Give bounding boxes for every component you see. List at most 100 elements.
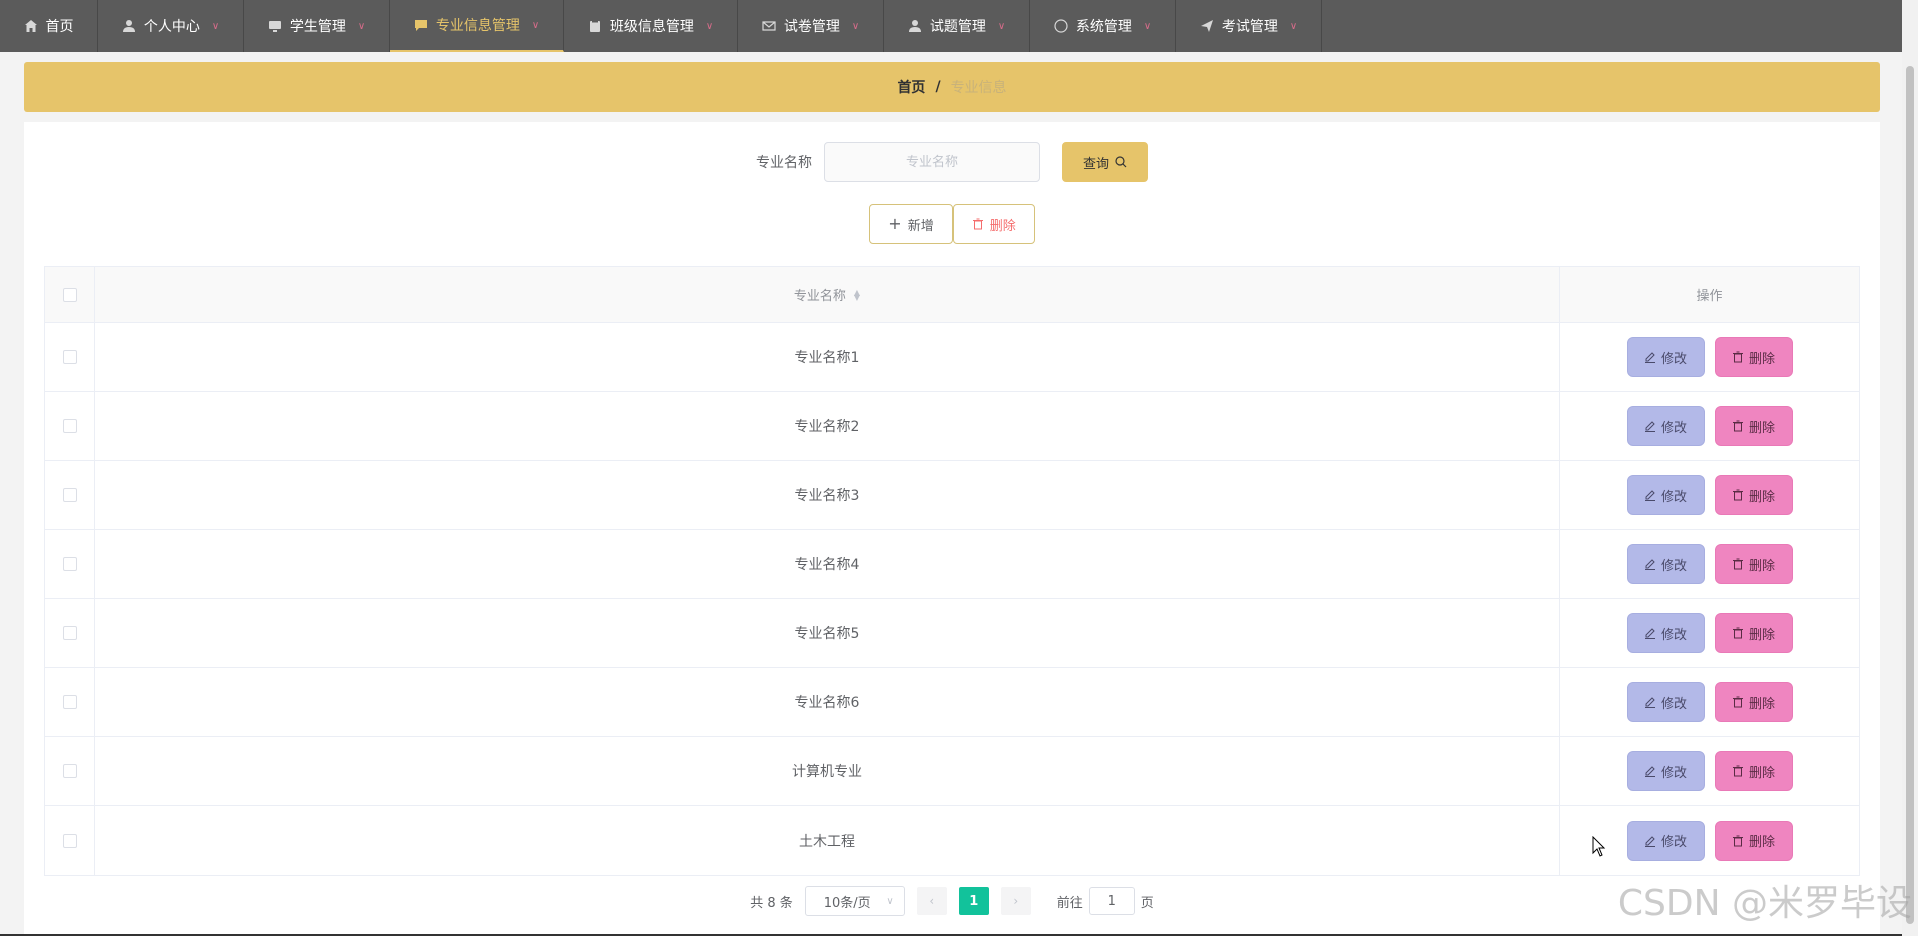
nav-item-6[interactable]: 试题管理 ∨ bbox=[884, 0, 1030, 52]
major-table: 专业名称 ▲ ▼ 操作 专业名称1 修改 删除 专业名称2 修改 删除 专业名称3 修改 删除 专业… bbox=[44, 266, 1860, 876]
search-icon bbox=[1115, 156, 1127, 168]
chevron-right-icon: › bbox=[1013, 894, 1019, 908]
nav-item-7[interactable]: 系统管理 ∨ bbox=[1030, 0, 1176, 52]
row-checkbox[interactable] bbox=[62, 488, 77, 502]
edit-button-label: 修改 bbox=[1660, 489, 1687, 505]
batch-delete-label: 删除 bbox=[989, 218, 1016, 234]
chevron-down-icon: ∨ bbox=[997, 20, 1006, 32]
nav-item-label: 试题管理 bbox=[929, 19, 986, 35]
batch-delete-button[interactable]: 删除 bbox=[952, 204, 1035, 244]
edit-icon bbox=[1644, 766, 1655, 777]
nav-item-label: 学生管理 bbox=[289, 19, 346, 35]
trash-icon bbox=[1732, 558, 1743, 570]
plus-icon: + bbox=[888, 214, 902, 233]
row-checkbox[interactable] bbox=[62, 626, 77, 640]
header-major-name[interactable]: 专业名称 ▲ ▼ bbox=[95, 267, 1560, 322]
delete-button[interactable]: 删除 bbox=[1714, 475, 1793, 515]
nav-item-label: 考试管理 bbox=[1221, 19, 1278, 35]
edit-button[interactable]: 修改 bbox=[1626, 613, 1705, 653]
prev-page-button[interactable]: ‹ bbox=[916, 887, 947, 915]
send-icon bbox=[1200, 20, 1213, 32]
goto-page-input[interactable] bbox=[1088, 887, 1135, 915]
trash-icon bbox=[1732, 420, 1743, 432]
edit-button-label: 修改 bbox=[1660, 420, 1687, 436]
header-major-name-label: 专业名称 bbox=[793, 289, 846, 304]
edit-icon bbox=[1644, 490, 1655, 501]
search-input[interactable] bbox=[823, 142, 1040, 182]
edit-button[interactable]: 修改 bbox=[1626, 475, 1705, 515]
row-checkbox[interactable] bbox=[62, 419, 77, 433]
edit-button[interactable]: 修改 bbox=[1626, 337, 1705, 377]
table-row: 专业名称1 修改 删除 bbox=[45, 323, 1859, 392]
monitor-icon bbox=[268, 21, 281, 32]
breadcrumb-current: 专业信息 bbox=[950, 80, 1007, 96]
search-label: 专业名称 bbox=[755, 155, 812, 171]
nav-item-4[interactable]: 班级信息管理 ∨ bbox=[564, 0, 738, 52]
cell-ops: 修改 删除 bbox=[1560, 668, 1859, 736]
nav-item-label: 个人中心 bbox=[143, 19, 200, 35]
page-size-select[interactable]: 10条/页 ∨ bbox=[804, 886, 905, 916]
add-button[interactable]: + 新增 bbox=[869, 204, 953, 244]
chevron-left-icon: ‹ bbox=[929, 894, 935, 908]
cell-ops: 修改 删除 bbox=[1560, 530, 1859, 598]
cell-ops: 修改 删除 bbox=[1560, 461, 1859, 529]
header-ops-label: 操作 bbox=[1696, 289, 1723, 304]
vertical-scrollbar[interactable] bbox=[1902, 0, 1918, 936]
cell-ops: 修改 删除 bbox=[1560, 392, 1859, 460]
delete-button[interactable]: 删除 bbox=[1714, 544, 1793, 584]
edit-button[interactable]: 修改 bbox=[1626, 751, 1705, 791]
delete-button[interactable]: 删除 bbox=[1714, 613, 1793, 653]
next-page-button[interactable]: › bbox=[1000, 887, 1031, 915]
page-number-current[interactable]: 1 bbox=[958, 887, 989, 915]
row-checkbox[interactable] bbox=[62, 350, 77, 364]
cell-major-name: 专业名称6 bbox=[95, 668, 1560, 736]
delete-button-label: 删除 bbox=[1748, 558, 1775, 574]
mail-icon bbox=[762, 21, 776, 31]
user-icon bbox=[908, 20, 921, 32]
nav-item-2[interactable]: 学生管理 ∨ bbox=[244, 0, 390, 52]
edit-icon bbox=[1644, 697, 1655, 708]
goto-suffix: 页 bbox=[1140, 895, 1154, 911]
chevron-down-icon: ∨ bbox=[1289, 20, 1298, 32]
row-checkbox[interactable] bbox=[62, 557, 77, 571]
scrollbar-thumb[interactable] bbox=[1906, 66, 1914, 924]
table-header: 专业名称 ▲ ▼ 操作 bbox=[45, 267, 1859, 323]
edit-button[interactable]: 修改 bbox=[1626, 820, 1705, 861]
delete-button[interactable]: 删除 bbox=[1714, 682, 1793, 722]
delete-button[interactable]: 删除 bbox=[1714, 337, 1793, 377]
sort-icon[interactable]: ▲ ▼ bbox=[854, 288, 860, 301]
breadcrumb: 首页 / 专业信息 bbox=[24, 62, 1880, 112]
delete-button[interactable]: 删除 bbox=[1714, 751, 1793, 791]
delete-button[interactable]: 删除 bbox=[1714, 820, 1793, 861]
cell-major-name: 专业名称4 bbox=[95, 530, 1560, 598]
table-row: 专业名称3 修改 删除 bbox=[45, 461, 1859, 530]
edit-icon bbox=[1644, 352, 1655, 363]
delete-button[interactable]: 删除 bbox=[1714, 406, 1793, 446]
edit-icon bbox=[1644, 628, 1655, 639]
chevron-down-icon: ∨ bbox=[886, 895, 894, 907]
edit-button[interactable]: 修改 bbox=[1626, 682, 1705, 722]
nav-item-8[interactable]: 考试管理 ∨ bbox=[1176, 0, 1322, 52]
row-checkbox[interactable] bbox=[62, 833, 77, 848]
breadcrumb-home[interactable]: 首页 bbox=[897, 77, 925, 97]
cell-major-name: 专业名称5 bbox=[95, 599, 1560, 667]
cell-ops: 修改 删除 bbox=[1560, 737, 1859, 805]
edit-button-label: 修改 bbox=[1660, 696, 1687, 712]
nav-item-1[interactable]: 个人中心 ∨ bbox=[98, 0, 244, 52]
trash-icon bbox=[972, 218, 983, 230]
row-checkbox[interactable] bbox=[62, 764, 77, 778]
edit-button[interactable]: 修改 bbox=[1626, 406, 1705, 446]
cell-major-name: 专业名称2 bbox=[95, 392, 1560, 460]
chevron-down-icon: ∨ bbox=[851, 20, 860, 32]
query-button[interactable]: 查询 bbox=[1061, 142, 1148, 182]
select-all-checkbox[interactable] bbox=[62, 287, 77, 302]
row-checkbox[interactable] bbox=[62, 695, 77, 709]
nav-item-3[interactable]: 专业信息管理 ∨ bbox=[390, 0, 564, 52]
edit-button[interactable]: 修改 bbox=[1626, 544, 1705, 584]
nav-item-5[interactable]: 试卷管理 ∨ bbox=[738, 0, 884, 52]
delete-button-label: 删除 bbox=[1748, 696, 1775, 712]
action-row: + 新增 删除 bbox=[24, 204, 1880, 244]
trash-icon bbox=[1732, 765, 1743, 777]
nav-item-label: 系统管理 bbox=[1075, 19, 1132, 35]
nav-item-0[interactable]: 首页 bbox=[0, 0, 98, 52]
